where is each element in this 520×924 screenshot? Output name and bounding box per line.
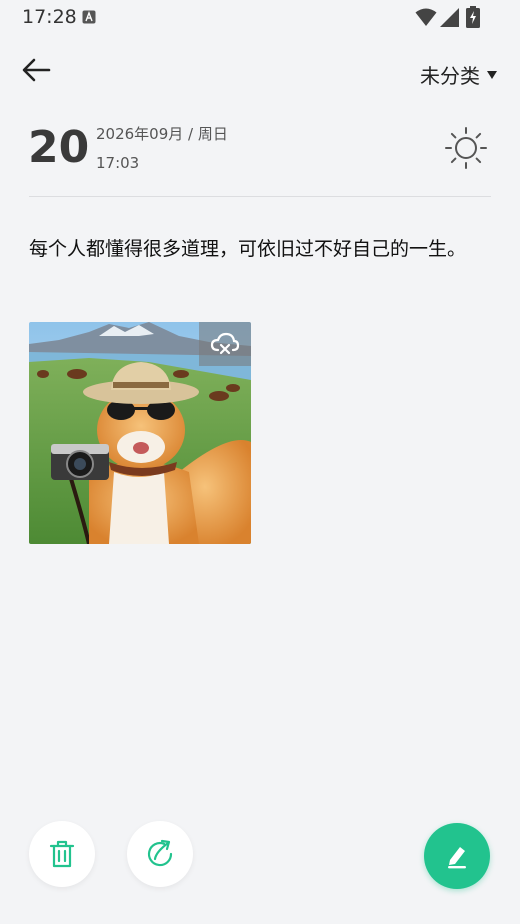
- divider: [29, 196, 491, 197]
- entry-day: 20: [28, 122, 90, 173]
- signal-icon: [440, 8, 459, 27]
- delete-button[interactable]: [29, 821, 95, 887]
- cloud-off-icon: [210, 332, 240, 355]
- entry-text[interactable]: 每个人都懂得很多道理，可依旧过不好自己的一生。: [29, 230, 469, 268]
- edit-button[interactable]: [424, 823, 490, 889]
- wifi-icon: [415, 8, 437, 26]
- entry-photo[interactable]: [29, 322, 251, 544]
- category-selector[interactable]: 未分类: [420, 60, 498, 89]
- arrow-left-icon: [22, 58, 51, 82]
- status-bar: 17:28: [0, 0, 520, 36]
- entry-time: 17:03: [96, 154, 140, 172]
- share-button[interactable]: [127, 821, 193, 887]
- status-time: 17:28: [22, 6, 77, 28]
- pencil-icon: [448, 847, 466, 869]
- entry-date: 2026年09月 / 周日: [96, 125, 228, 143]
- trash-icon: [49, 840, 75, 868]
- triangle-down-icon: [487, 70, 497, 79]
- sun-icon: [445, 127, 487, 169]
- category-label: 未分类: [420, 64, 480, 88]
- share-icon: [147, 839, 173, 867]
- back-button[interactable]: [16, 52, 56, 88]
- weather-button[interactable]: [444, 126, 488, 170]
- cloud-sync-button[interactable]: [199, 322, 251, 366]
- battery-icon: [466, 6, 480, 28]
- a-icon: [82, 10, 96, 24]
